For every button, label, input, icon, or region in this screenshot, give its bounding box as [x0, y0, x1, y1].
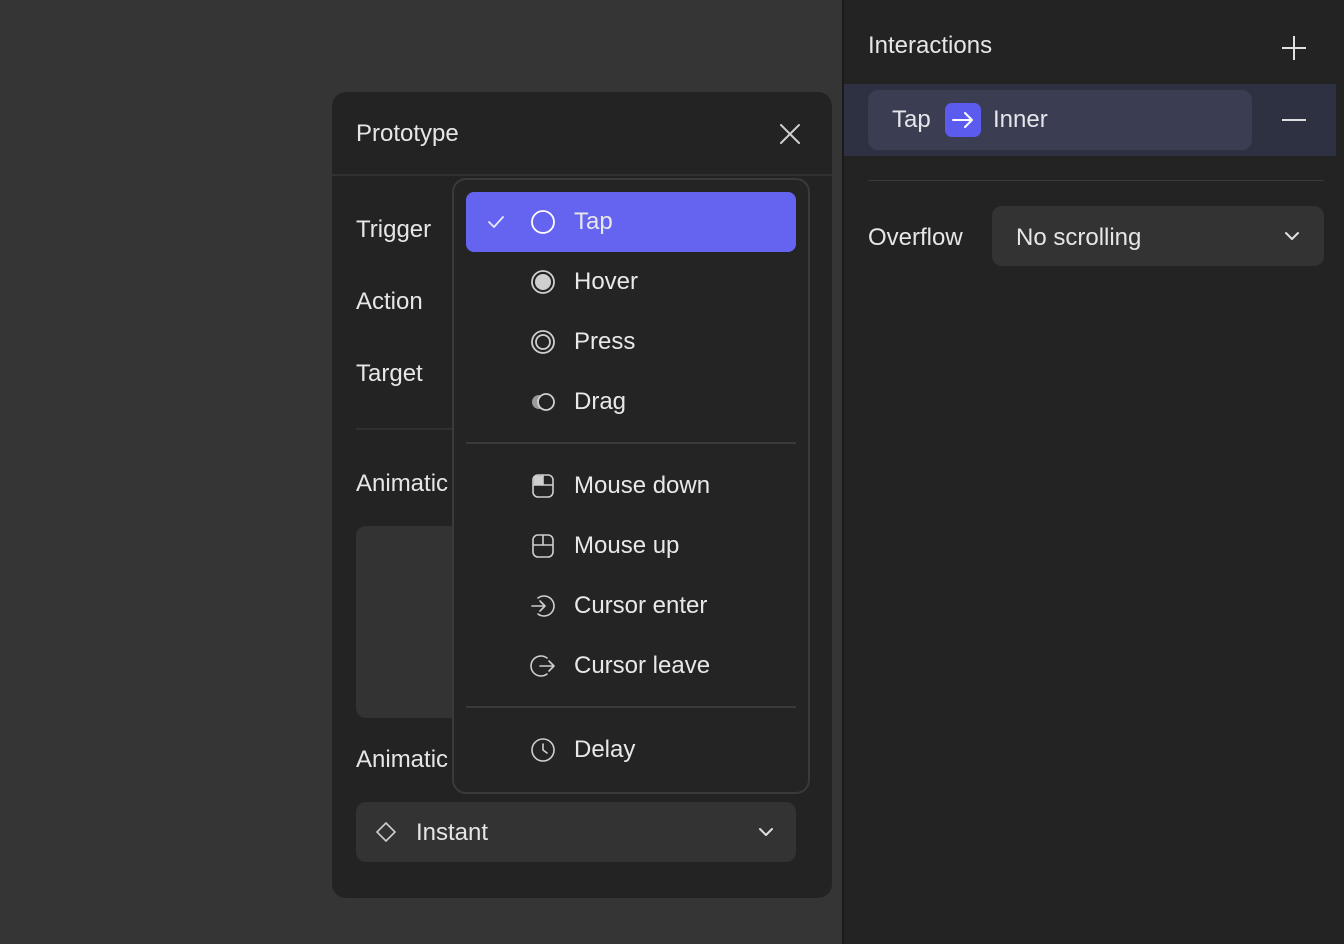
menu-item-hover[interactable]: Hover — [466, 252, 796, 312]
overflow-value: No scrolling — [1016, 224, 1142, 251]
dialog-separator — [332, 174, 832, 176]
menu-item-label: Tap — [574, 208, 613, 235]
interaction-trigger: Tap — [892, 106, 931, 133]
menu-item-drag[interactable]: Drag — [466, 372, 796, 432]
circle-filled-icon — [531, 270, 555, 294]
arrow-right-icon — [945, 103, 981, 137]
minus-icon[interactable] — [1280, 118, 1308, 122]
cursor-enter-icon — [531, 595, 555, 617]
menu-item-label: Drag — [574, 388, 627, 415]
close-icon[interactable] — [778, 122, 802, 146]
trigger-menu: Tap Hover Press Drag Mouse down Mouse up… — [452, 178, 810, 794]
interaction-target: Inner — [993, 106, 1048, 133]
menu-item-label: Press — [574, 328, 636, 355]
menu-item-label: Cursor leave — [574, 652, 711, 679]
menu-item-label: Mouse down — [574, 472, 711, 499]
overflow-select[interactable]: No scrolling — [992, 206, 1324, 266]
menu-item-label: Mouse up — [574, 532, 680, 559]
target-label: Target — [356, 360, 423, 387]
interaction-chip[interactable]: Tap Inner — [868, 90, 1252, 150]
cursor-leave-icon — [530, 655, 555, 677]
check-icon — [488, 216, 504, 228]
divider — [868, 180, 1324, 181]
chevron-down-icon — [759, 828, 773, 836]
drag-circles-icon — [532, 393, 555, 411]
menu-item-mouse-up[interactable]: Mouse up — [466, 516, 796, 576]
circle-outline-icon — [531, 210, 555, 234]
menu-item-mouse-down[interactable]: Mouse down — [466, 456, 796, 516]
animation-label: Animatic — [356, 470, 449, 497]
menu-divider — [466, 442, 796, 444]
menu-item-press[interactable]: Press — [466, 312, 796, 372]
menu-item-label: Cursor enter — [574, 592, 708, 619]
menu-item-cursor-enter[interactable]: Cursor enter — [466, 576, 796, 636]
action-label: Action — [356, 288, 423, 315]
menu-item-label: Hover — [574, 268, 639, 295]
diamond-icon — [376, 822, 396, 842]
interaction-row[interactable]: Tap Inner — [844, 84, 1336, 156]
chevron-down-icon — [1285, 232, 1299, 240]
animation-type-label: Animatic — [356, 746, 449, 773]
menu-divider — [466, 706, 796, 708]
menu-item-delay[interactable]: Delay — [466, 720, 796, 780]
animation-value: Instant — [416, 819, 489, 846]
animation-select[interactable]: Instant — [356, 802, 796, 862]
interactions-title: Interactions — [868, 32, 993, 59]
dialog-title: Prototype — [356, 120, 459, 147]
menu-item-label: Delay — [574, 736, 636, 763]
menu-item-tap[interactable]: Tap — [466, 192, 796, 252]
trigger-label: Trigger — [356, 216, 432, 243]
interactions-panel: Interactions Tap Inner Overflow No scrol… — [842, 0, 1344, 944]
mouse-up-icon — [532, 534, 554, 558]
circle-ring-icon — [531, 330, 555, 354]
clock-icon — [531, 738, 555, 762]
menu-item-cursor-leave[interactable]: Cursor leave — [466, 636, 796, 696]
plus-icon[interactable] — [1280, 34, 1308, 62]
mouse-down-icon — [532, 474, 554, 498]
overflow-label: Overflow — [868, 224, 963, 251]
